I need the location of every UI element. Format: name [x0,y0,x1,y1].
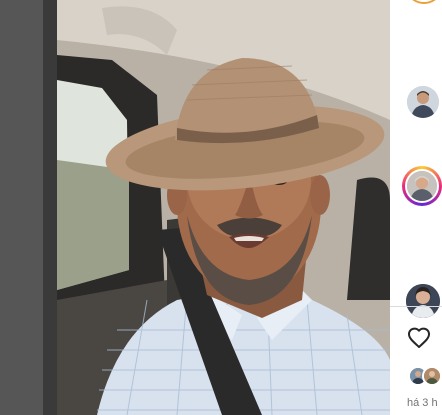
heart-outline-icon [408,327,430,348]
instagram-post-view: há 3 h [0,0,442,415]
commenter-avatar[interactable] [407,86,439,118]
liker-avatar [422,366,442,386]
comments-sidebar [390,0,442,415]
post-video[interactable] [57,0,390,415]
commenter-avatar[interactable] [406,284,440,318]
backdrop-edge [43,0,57,415]
commenter-avatar[interactable] [405,169,439,203]
liked-by-avatars[interactable] [408,366,442,388]
like-button[interactable] [407,326,431,350]
actions-divider [390,306,442,307]
commenter-avatar-image [407,171,437,201]
commenter-avatar-image [407,86,439,118]
post-timestamp[interactable]: há 3 h [407,397,438,409]
commenter-avatar-image [406,284,440,318]
liker-avatar-image [424,368,440,384]
modal-backdrop[interactable] [0,0,57,415]
video-frame-image [57,0,390,415]
